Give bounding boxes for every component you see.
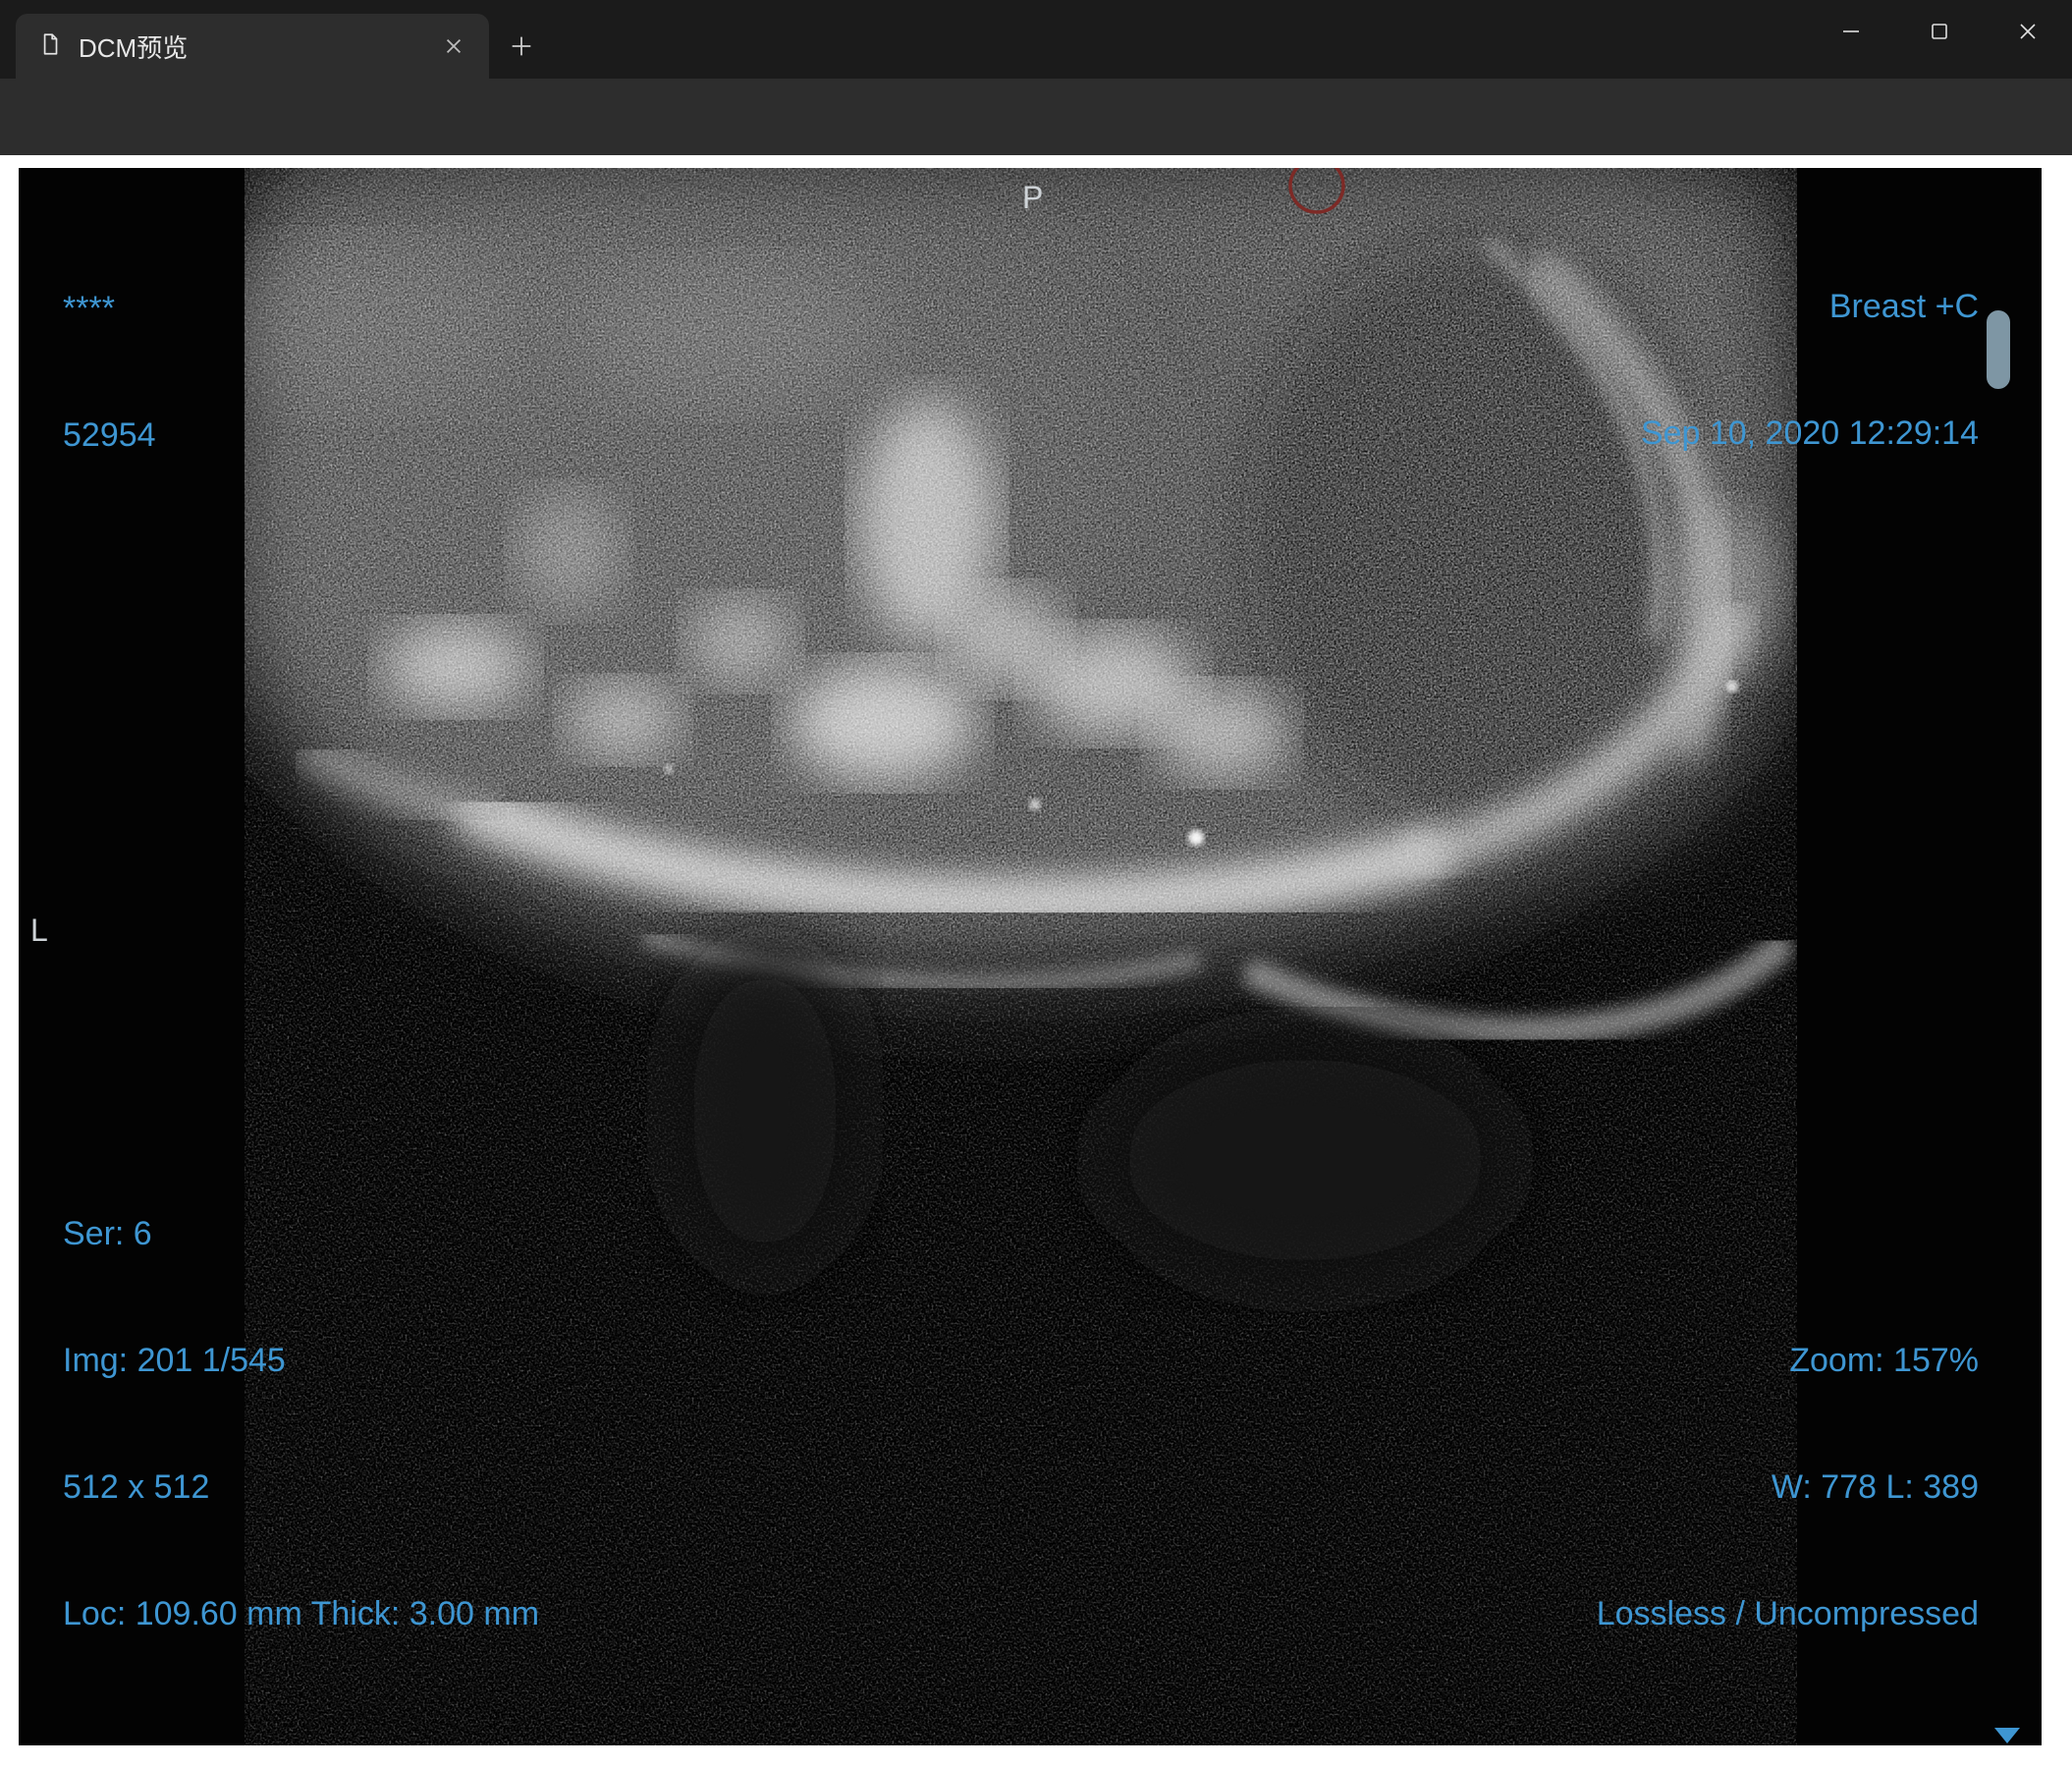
- series-number: Ser: 6: [63, 1215, 152, 1252]
- series-info-overlay: Ser: 6 Img: 201 1/545 512 x 512 Loc: 109…: [63, 1129, 539, 1720]
- tab-title: DCM预览: [79, 32, 189, 63]
- minimize-button[interactable]: [1807, 0, 1895, 63]
- slice-scrollbar-thumb[interactable]: [1987, 310, 2010, 389]
- zoom-level: Zoom: 157%: [1789, 1342, 1979, 1379]
- browser-tab[interactable]: DCM预览: [16, 14, 489, 79]
- patient-id: 52954: [63, 416, 156, 454]
- window-level: W: 778 L: 389: [1771, 1468, 1979, 1506]
- document-icon: [37, 31, 63, 62]
- new-tab-button[interactable]: [499, 24, 544, 69]
- patient-name-masked: ****: [63, 290, 115, 327]
- study-info-overlay: Breast +C Sep 10, 2020 12:29:14: [1641, 201, 1979, 539]
- tab-close-button[interactable]: [436, 28, 471, 64]
- maximize-button[interactable]: [1895, 0, 1984, 63]
- browser-window: DCM预览 **** 52954 Breast +C Sep 10, 2020 …: [0, 0, 2072, 1768]
- close-window-button[interactable]: [1984, 0, 2072, 63]
- compression-info: Lossless / Uncompressed: [1596, 1595, 1979, 1632]
- navigation-toolbar: https://file.kkview.cn/onlinePreview?url…: [0, 79, 2072, 222]
- orientation-marker-left: L: [30, 912, 48, 948]
- slice-scroll-down-arrow-icon[interactable]: [1994, 1728, 2020, 1743]
- tab-strip: DCM预览: [0, 0, 2072, 79]
- dicom-viewer: **** 52954 Breast +C Sep 10, 2020 12:29:…: [19, 168, 2042, 1745]
- display-info-overlay: Zoom: 157% W: 778 L: 389 Lossless / Unco…: [1597, 1255, 1979, 1720]
- window-controls: [1807, 0, 2072, 63]
- study-datetime: Sep 10, 2020 12:29:14: [1640, 414, 1979, 452]
- image-number: Img: 201 1/545: [63, 1342, 286, 1379]
- image-matrix: 512 x 512: [63, 1468, 210, 1506]
- slice-location: Loc: 109.60 mm Thick: 3.00 mm: [63, 1595, 540, 1632]
- orientation-marker-posterior: P: [1022, 180, 1044, 215]
- page-background: **** 52954 Breast +C Sep 10, 2020 12:29:…: [0, 155, 2072, 1768]
- patient-info-overlay: **** 52954: [63, 203, 156, 541]
- study-description: Breast +C: [1828, 288, 1979, 325]
